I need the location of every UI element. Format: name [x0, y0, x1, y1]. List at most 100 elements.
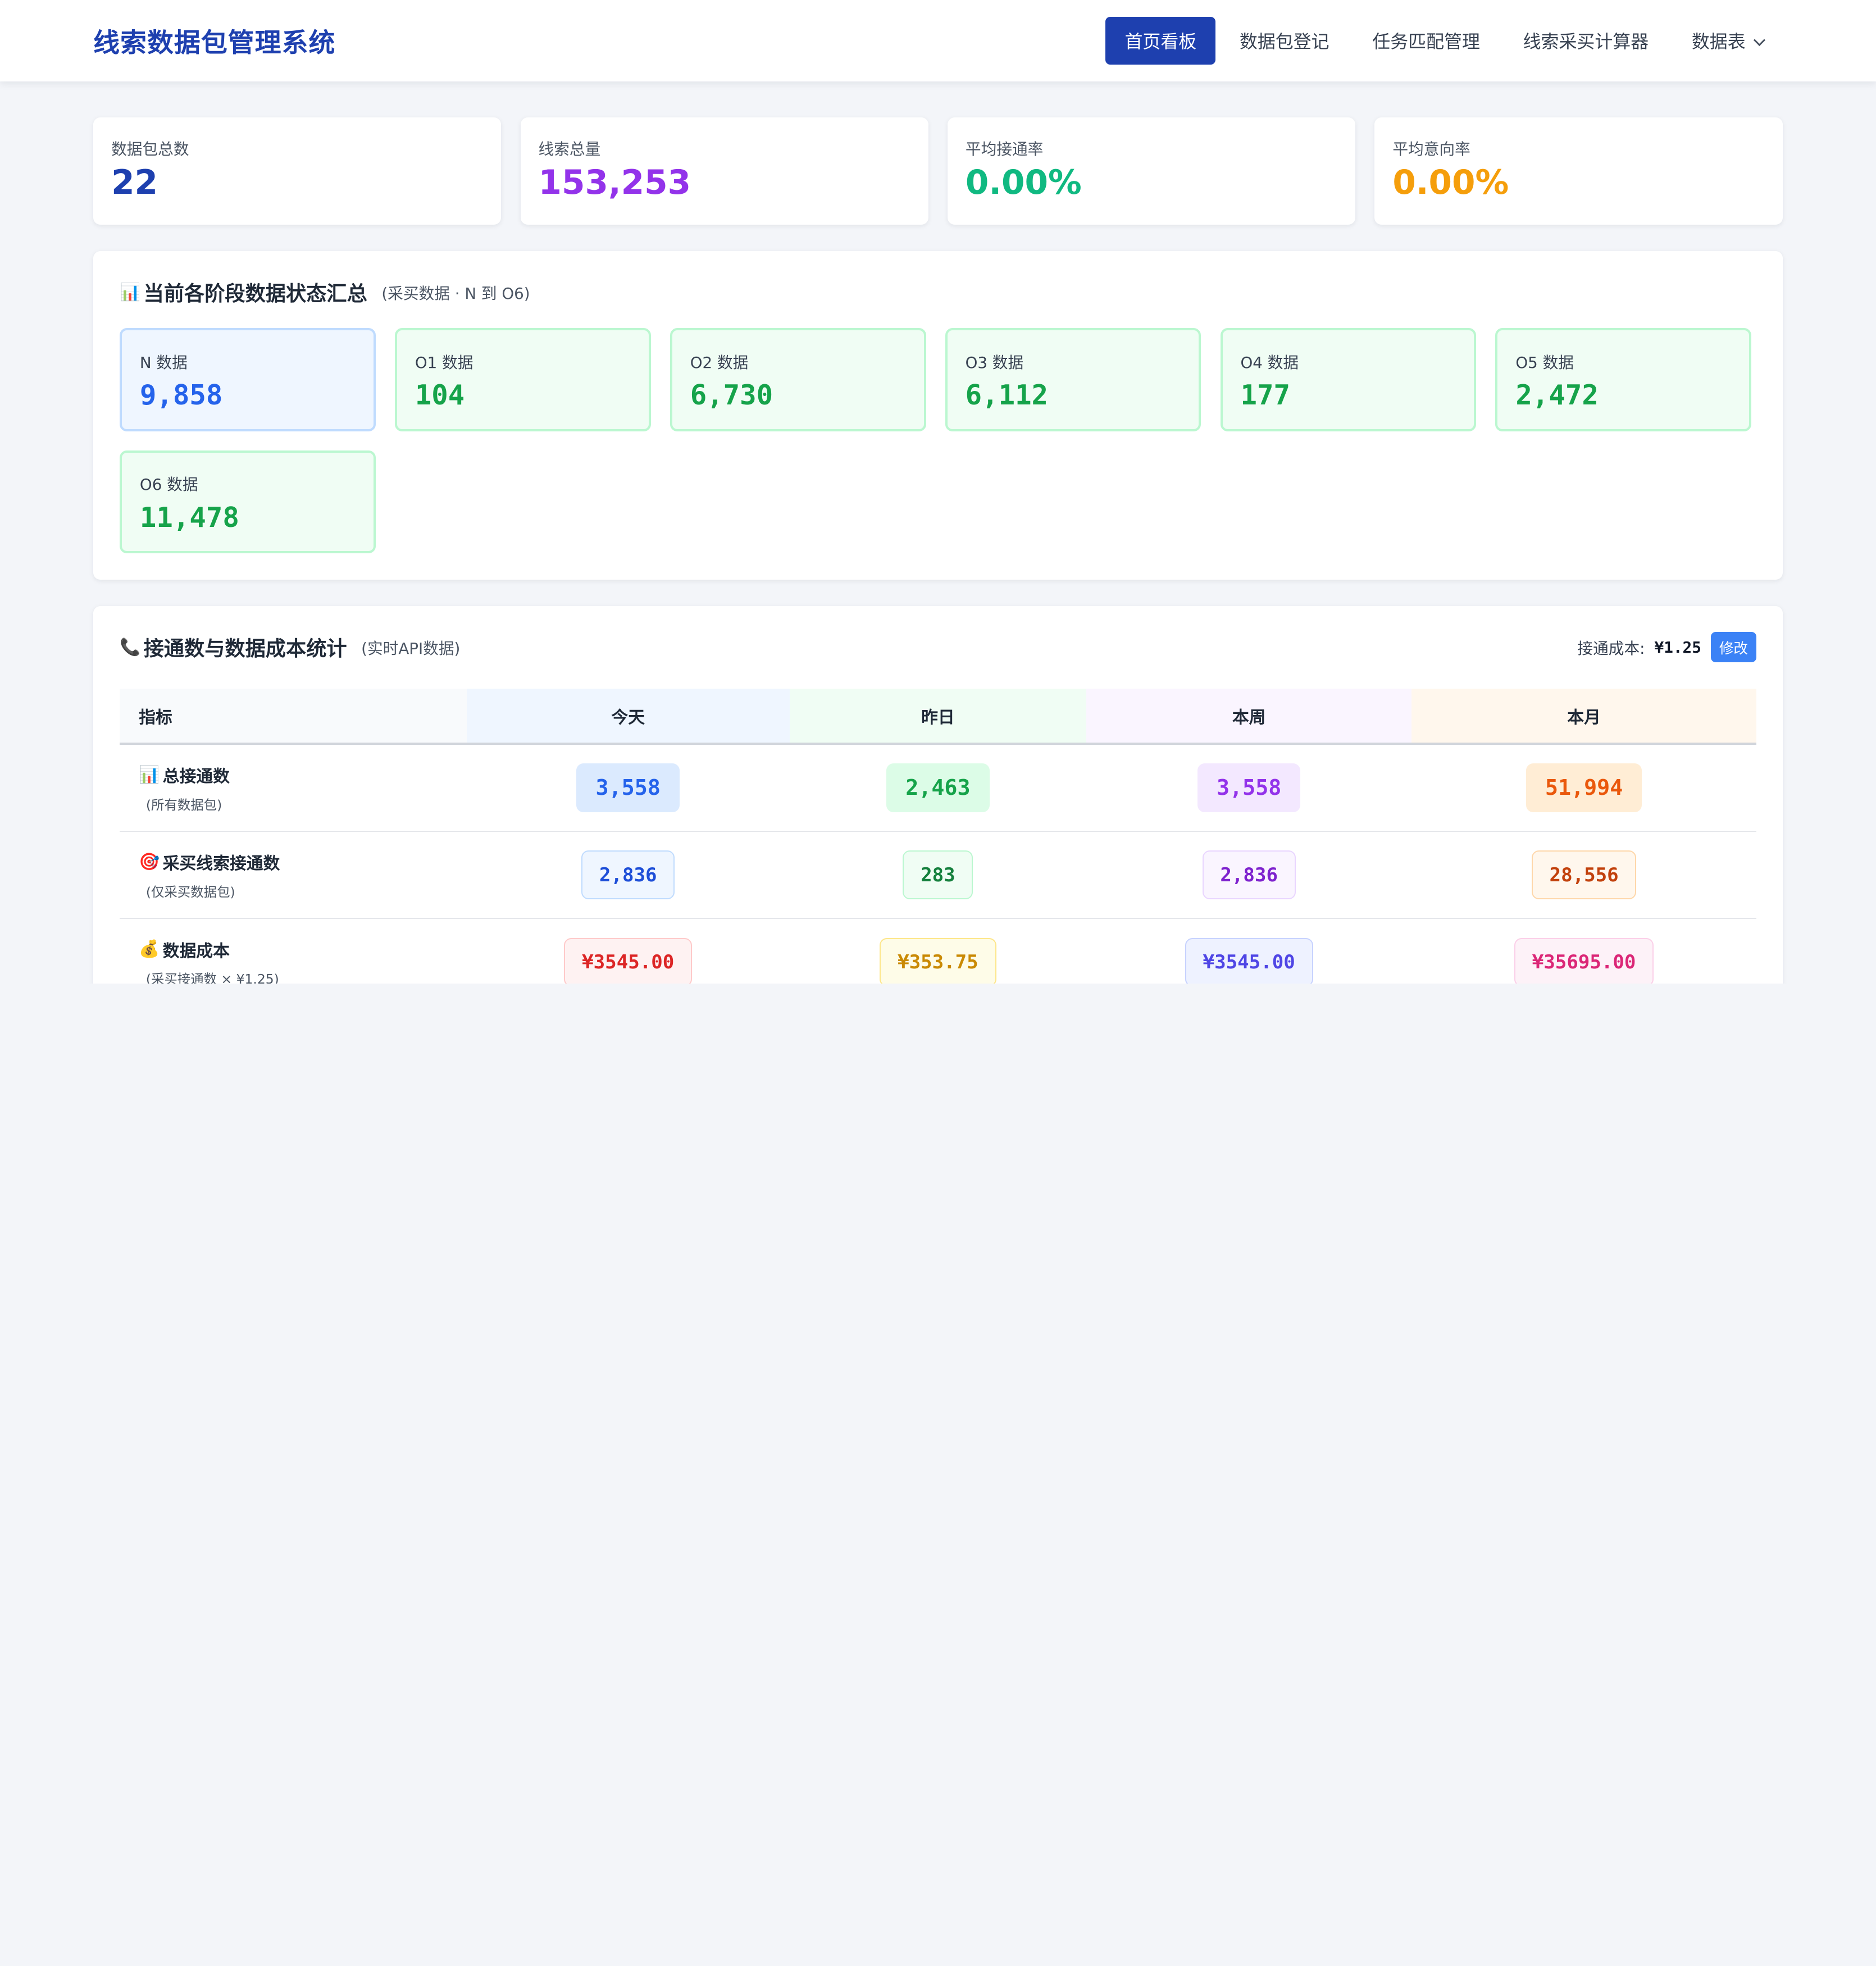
column-header-today: 今天 — [466, 689, 790, 745]
table-cell: ¥35695.00 — [1411, 918, 1756, 984]
column-header-yesterday: 昨日 — [789, 689, 1086, 745]
table-cell: 28,556 — [1411, 831, 1756, 920]
top-navbar: 线索数据包管理系统 首页看板 数据包登记 任务匹配管理 线索采买计算器 数据表 — [0, 0, 1876, 81]
stage-label: O6 数据 — [139, 475, 198, 494]
main-nav: 首页看板 数据包登记 任务匹配管理 线索采买计算器 数据表 — [1105, 17, 1783, 65]
stage-label: O3 数据 — [965, 353, 1024, 372]
stat-value: 0.00% — [1392, 163, 1509, 203]
stage-card-o4: O4 数据 177 — [1220, 328, 1477, 431]
value-pill: 28,556 — [1531, 850, 1637, 899]
value-pill: 3,558 — [576, 763, 680, 813]
stat-card-intent-rate: 平均意向率 0.00% — [1374, 117, 1783, 225]
stage-label: O4 数据 — [1240, 353, 1299, 372]
value-pill: ¥3545.00 — [564, 938, 693, 984]
stat-label: 线索总量 — [538, 139, 601, 158]
bar-chart-icon: 📊 — [119, 282, 141, 302]
value-pill: 51,994 — [1526, 763, 1642, 813]
table-cell: 2,463 — [789, 744, 1086, 832]
row-label-cell: 🎯 采买线索接通数 (仅采买数据包) — [119, 831, 467, 920]
stat-label: 平均接通率 — [965, 139, 1044, 158]
table-cell: 2,836 — [1086, 831, 1412, 920]
stat-label: 平均意向率 — [1392, 139, 1470, 158]
connect-cost-panel: 📞 接通数与数据成本统计 (实时API数据) 接通成本: ¥1.25 修改 指标… — [93, 606, 1783, 984]
stat-card-connect-rate: 平均接通率 0.00% — [947, 117, 1356, 225]
stage-label: O5 数据 — [1515, 353, 1574, 372]
edit-cost-button[interactable]: 修改 — [1710, 632, 1756, 663]
nav-item-purchase-calculator[interactable]: 线索采买计算器 — [1504, 17, 1668, 64]
stage-value: 6,730 — [690, 379, 773, 412]
row-title-text: 采买线索接通数 — [162, 854, 280, 874]
row-title-text: 总接通数 — [162, 767, 230, 787]
stat-value: 0.00% — [965, 163, 1082, 203]
value-pill: 2,836 — [1202, 850, 1296, 899]
chevron-down-icon — [1753, 34, 1765, 47]
stat-value: 153,253 — [538, 163, 691, 203]
value-pill: 3,558 — [1197, 763, 1301, 813]
stage-card-o6: O6 数据 11,478 — [119, 450, 376, 553]
stats-row: 数据包总数 22 线索总量 153,253 平均接通率 0.00% 平均意向率 … — [93, 117, 1783, 225]
stage-value: 104 — [415, 379, 465, 412]
column-header-this-month: 本月 — [1411, 689, 1756, 745]
row-title: 💰 数据成本 — [139, 937, 467, 962]
table-cell: 3,558 — [466, 744, 790, 832]
row-title: 🎯 采买线索接通数 — [139, 849, 467, 874]
nav-item-dashboard[interactable]: 首页看板 — [1105, 17, 1216, 65]
connect-cost-value: ¥1.25 — [1654, 638, 1701, 657]
table-row: 💰 数据成本 (采买接通数 × ¥1.25) ¥3545.00 ¥353.75 … — [119, 918, 1756, 984]
stage-card-o3: O3 数据 6,112 — [945, 328, 1201, 431]
stage-value: 11,478 — [139, 501, 239, 534]
value-pill: 283 — [903, 850, 973, 899]
connect-cost-setting: 接通成本: ¥1.25 修改 — [1577, 632, 1756, 663]
app-title: 线索数据包管理系统 — [93, 28, 336, 58]
table-header-row: 指标 今天 昨日 本周 本月 — [119, 689, 1756, 745]
money-bag-icon: 💰 — [139, 939, 160, 959]
connect-cost-label: 接通成本: — [1577, 639, 1645, 658]
cost-stats-table: 指标 今天 昨日 本周 本月 📊 总接通数 (所有数据包) 3,558 2,46… — [119, 689, 1756, 984]
stat-card-lead-total: 线索总量 153,253 — [520, 117, 928, 225]
row-label-cell: 📊 总接通数 (所有数据包) — [119, 744, 467, 832]
stage-value: 177 — [1240, 379, 1290, 412]
value-pill: ¥35695.00 — [1514, 938, 1654, 984]
stage-value: 2,472 — [1515, 379, 1599, 412]
panel-subtitle: (实时API数据) — [361, 639, 461, 658]
panel-title: 📊 当前各阶段数据状态汇总 (采买数据 · N 到 O6) — [120, 277, 530, 307]
row-label-cell: 💰 数据成本 (采买接通数 × ¥1.25) — [119, 918, 467, 984]
panel-title: 📞 接通数与数据成本统计 (实时API数据) — [120, 632, 460, 662]
phone-icon: 📞 — [119, 637, 141, 657]
stage-label: N 数据 — [139, 353, 188, 372]
row-subtitle: (所有数据包) — [145, 797, 222, 813]
panel-title-text: 接通数与数据成本统计 — [143, 636, 347, 661]
row-subtitle: (采买接通数 × ¥1.25) — [145, 971, 279, 984]
row-title-text: 数据成本 — [162, 941, 230, 961]
main-content: 数据包总数 22 线索总量 153,253 平均接通率 0.00% 平均意向率 … — [0, 81, 1876, 984]
table-cell: 283 — [789, 831, 1086, 920]
table-cell: ¥3545.00 — [1086, 918, 1412, 984]
bar-chart-icon: 📊 — [139, 764, 160, 785]
table-cell: 3,558 — [1086, 744, 1412, 832]
stage-card-o5: O5 数据 2,472 — [1495, 328, 1752, 431]
stage-card-n: N 数据 9,858 — [119, 328, 376, 431]
table-cell: 51,994 — [1411, 744, 1756, 832]
value-pill: 2,836 — [581, 850, 675, 899]
panel-subtitle: (采买数据 · N 到 O6) — [381, 284, 530, 303]
stage-grid: N 数据 9,858 O1 数据 104 O2 数据 6,730 O3 数据 6… — [119, 328, 1756, 553]
stat-value: 22 — [111, 163, 158, 203]
target-icon: 🎯 — [139, 852, 160, 872]
nav-item-task-matching[interactable]: 任务匹配管理 — [1353, 17, 1499, 64]
row-subtitle: (仅采买数据包) — [145, 884, 235, 900]
stage-card-o1: O1 数据 104 — [394, 328, 651, 431]
table-row: 📊 总接通数 (所有数据包) 3,558 2,463 3,558 51,994 — [119, 744, 1756, 832]
table-cell: ¥353.75 — [789, 918, 1086, 984]
stage-value: 9,858 — [139, 379, 223, 412]
stage-label: O1 数据 — [415, 353, 473, 372]
nav-item-package-register[interactable]: 数据包登记 — [1221, 17, 1349, 64]
panel-header: 📊 当前各阶段数据状态汇总 (采买数据 · N 到 O6) — [120, 277, 1756, 307]
column-header-metric: 指标 — [119, 689, 467, 745]
stat-card-package-count: 数据包总数 22 — [93, 117, 502, 225]
row-title: 📊 总接通数 — [139, 762, 467, 787]
table-row: 🎯 采买线索接通数 (仅采买数据包) 2,836 283 2,836 28,55… — [119, 831, 1756, 920]
value-pill: 2,463 — [886, 763, 990, 813]
page: 线索数据包管理系统 首页看板 数据包登记 任务匹配管理 线索采买计算器 数据表 … — [0, 0, 1876, 984]
nav-item-data-tables[interactable]: 数据表 — [1673, 17, 1783, 64]
column-header-this-week: 本周 — [1086, 689, 1412, 745]
